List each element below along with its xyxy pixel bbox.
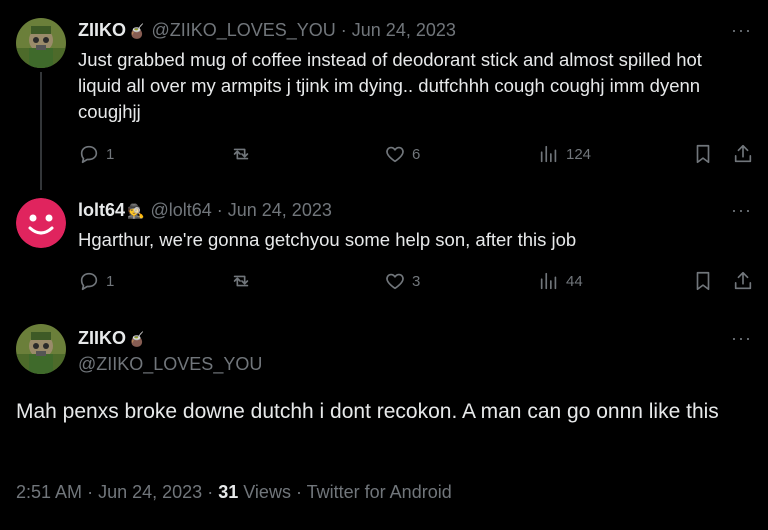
soldier-avatar-icon[interactable] bbox=[16, 18, 66, 68]
views-button[interactable]: 44 bbox=[538, 270, 583, 292]
mate-emoji-icon: 🧉 bbox=[128, 23, 146, 39]
views-label: Views bbox=[243, 482, 291, 502]
tweet-date[interactable]: Jun 24, 2023 bbox=[228, 200, 332, 221]
bar-chart-icon bbox=[540, 272, 557, 290]
tweet-1[interactable]: ZIIKO 🧉 @ZIIKO_LOVES_YOU · Jun 24, 2023 … bbox=[0, 0, 768, 190]
action-bar: 1 6 124 bbox=[78, 143, 758, 167]
views-count: 31 bbox=[218, 482, 239, 502]
smiley-face-avatar-icon[interactable] bbox=[16, 198, 66, 248]
retweet-button[interactable] bbox=[230, 270, 252, 292]
tweet-date[interactable]: Jun 24, 2023 bbox=[352, 20, 456, 41]
bookmark-icon bbox=[696, 271, 710, 291]
mate-emoji-icon: 🧉 bbox=[128, 331, 146, 347]
views-count: 124 bbox=[566, 145, 592, 163]
like-count: 3 bbox=[412, 272, 421, 290]
display-name[interactable]: ZIIKO bbox=[78, 328, 126, 349]
separator-dot: · bbox=[216, 200, 223, 220]
tweet-date[interactable]: Jun 24, 2023 bbox=[98, 482, 202, 502]
bar-chart-icon bbox=[540, 145, 557, 163]
reply-icon bbox=[80, 272, 98, 291]
share-icon bbox=[734, 271, 752, 290]
share-icon bbox=[734, 144, 752, 163]
heart-icon bbox=[386, 146, 404, 163]
bookmark-button[interactable] bbox=[692, 143, 714, 165]
tweet-text: Hgarthur, we're gonna getchyou some help… bbox=[78, 229, 577, 250]
reply-icon bbox=[80, 145, 98, 164]
display-name[interactable]: lolt64 bbox=[78, 200, 125, 221]
reply-button[interactable]: 1 bbox=[78, 270, 114, 292]
separator-dot: · bbox=[295, 482, 302, 502]
bookmark-button[interactable] bbox=[692, 270, 714, 292]
tweet-meta: 2:51 AM · Jun 24, 2023 · 31 Views · Twit… bbox=[16, 482, 452, 503]
views-count: 44 bbox=[566, 272, 583, 290]
main-tweet-header: ZIIKO 🧉 bbox=[78, 328, 151, 349]
tweet-header: ZIIKO 🧉 @ZIIKO_LOVES_YOU · Jun 24, 2023 bbox=[78, 20, 456, 41]
user-handle[interactable]: @ZIIKO_LOVES_YOU bbox=[151, 20, 335, 41]
like-button[interactable]: 6 bbox=[384, 143, 420, 165]
reply-button[interactable]: 1 bbox=[78, 143, 114, 165]
tweet-time[interactable]: 2:51 AM bbox=[16, 482, 82, 502]
bookmark-icon bbox=[696, 144, 710, 164]
display-name[interactable]: ZIIKO bbox=[78, 20, 126, 41]
main-tweet-handle-row: @ZIIKO_LOVES_YOU bbox=[78, 354, 262, 375]
tweet-header: lolt64 🕵 @lolt64 · Jun 24, 2023 bbox=[78, 200, 332, 221]
more-options-icon[interactable]: ··· bbox=[731, 328, 752, 349]
like-count: 6 bbox=[412, 145, 421, 163]
retweet-icon bbox=[233, 148, 249, 160]
tweet-text: Just grabbed mug of coffee instead of de… bbox=[78, 49, 702, 122]
separator-dot: · bbox=[340, 20, 347, 40]
tweet-2[interactable]: lolt64 🕵 @lolt64 · Jun 24, 2023 ··· Hgar… bbox=[0, 190, 768, 310]
soldier-avatar-icon[interactable] bbox=[16, 324, 66, 374]
more-options-icon[interactable]: ··· bbox=[731, 20, 752, 41]
retweet-button[interactable] bbox=[230, 143, 252, 165]
views-button[interactable]: 124 bbox=[538, 143, 591, 165]
separator-dot: · bbox=[87, 482, 94, 502]
separator-dot: · bbox=[207, 482, 214, 502]
main-tweet-text: Mah penxs broke downe dutchh i dont reco… bbox=[16, 400, 719, 423]
user-handle[interactable]: @ZIIKO_LOVES_YOU bbox=[78, 354, 262, 375]
retweet-icon bbox=[233, 275, 249, 287]
heart-icon bbox=[386, 273, 404, 290]
reply-count: 1 bbox=[106, 145, 115, 163]
like-button[interactable]: 3 bbox=[384, 270, 420, 292]
action-bar: 1 3 44 bbox=[78, 270, 758, 294]
more-options-icon[interactable]: ··· bbox=[731, 200, 752, 221]
detective-emoji-icon: 🕵 bbox=[127, 203, 145, 219]
reply-count: 1 bbox=[106, 272, 115, 290]
share-button[interactable] bbox=[732, 270, 754, 292]
user-handle[interactable]: @lolt64 bbox=[150, 200, 211, 221]
share-button[interactable] bbox=[732, 143, 754, 165]
tweet-source[interactable]: Twitter for Android bbox=[307, 482, 452, 502]
